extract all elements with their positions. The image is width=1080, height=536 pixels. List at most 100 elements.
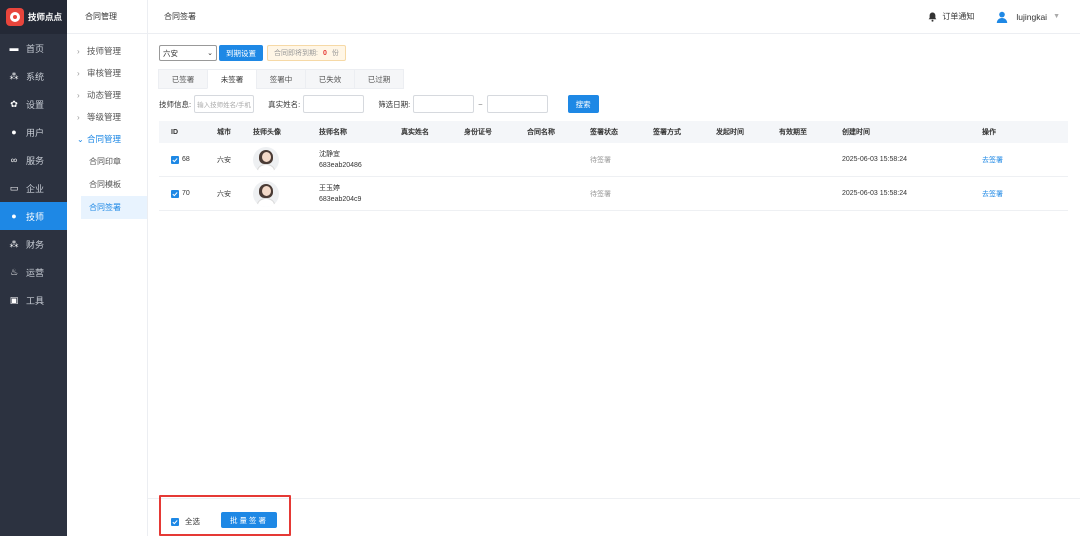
tech-info-label: 技师信息: bbox=[159, 99, 192, 109]
sidebar-item-0[interactable]: ▬ 首页 bbox=[0, 34, 67, 62]
expire-count: 0 bbox=[322, 49, 327, 57]
column-header-avatar: 技师头像 bbox=[253, 129, 281, 136]
sidebar-item-label: 运营 bbox=[26, 267, 45, 278]
breadcrumb: 合同签署 bbox=[164, 12, 196, 21]
submenu-group-label: 技师管理 bbox=[87, 46, 122, 56]
username: lujingkai bbox=[1016, 11, 1048, 22]
date-start-input[interactable] bbox=[413, 95, 475, 113]
row-id-cell: 68 bbox=[159, 155, 217, 164]
column-header-sign-status: 签署状态 bbox=[590, 129, 618, 136]
row-id: 70 bbox=[182, 190, 190, 197]
row-created-time: 2025-06-03 15:58:24 bbox=[842, 190, 907, 197]
submenu-item-label: 合同印章 bbox=[89, 157, 121, 166]
sidebar-item-4[interactable]: ∞ 服务 bbox=[0, 146, 67, 174]
submenu-item-contract-template[interactable]: 合同模板 bbox=[67, 173, 147, 196]
row-action-cell: 去签署 bbox=[982, 189, 1042, 199]
checkbox-checked-icon bbox=[171, 517, 179, 526]
column-header-real-name: 真实姓名 bbox=[401, 129, 429, 136]
column-header-created-time: 创建时间 bbox=[842, 129, 870, 136]
row-id-cell: 70 bbox=[159, 189, 217, 198]
date-end-input[interactable] bbox=[486, 95, 548, 113]
chevron-down-icon: ⌄ bbox=[207, 50, 213, 57]
table-row: 68 六安 沈静宜 683eab20486 待签署 2025-06-03 15:58:24… bbox=[159, 143, 1068, 177]
sidebar-nav: ▬ 首页 ⁂ 系统 ✿ 设置 ● 用户 ∞ 服务 ▭ 企业 ● 技师 ⁂ 财务 ♨ 运营 ▣ 工具 bbox=[0, 34, 67, 314]
brand[interactable]: 技师点点 bbox=[0, 0, 67, 34]
chevron-right-icon: › bbox=[77, 46, 80, 56]
batch-action-bar: 全选 批量签署 bbox=[148, 495, 1080, 536]
tech-info-input[interactable]: 输入技师姓名/手机 bbox=[194, 95, 255, 113]
filter-row: 六安 ⌄ 到期设置 合同即将到期: 0 份 bbox=[159, 45, 346, 61]
submenu-group-review[interactable]: › 审核管理 bbox=[67, 62, 147, 84]
chevron-right-icon: › bbox=[77, 68, 80, 78]
submenu-group-level[interactable]: › 等级管理 bbox=[67, 106, 147, 128]
table-body: 68 六安 沈静宜 683eab20486 待签署 2025-06-03 15:58:24… bbox=[159, 143, 1068, 211]
row-code: 683eab204c9 bbox=[319, 195, 362, 203]
sidebar-item-label: 技师 bbox=[26, 211, 45, 222]
chevron-right-icon: › bbox=[77, 90, 80, 100]
sidebar-item-2[interactable]: ✿ 设置 bbox=[0, 90, 67, 118]
search-row: 技师信息: 输入技师姓名/手机 真实姓名: 筛选日期: ~ 搜索 bbox=[159, 95, 599, 113]
sidebar-item-label: 财务 bbox=[26, 239, 45, 250]
city-select-value: 六安 bbox=[163, 48, 178, 58]
tab-signed[interactable]: 已签署 bbox=[158, 69, 208, 89]
sidebar-item-1[interactable]: ⁂ 系统 bbox=[0, 62, 67, 90]
submenu-item-contract-seal[interactable]: 合同印章 bbox=[67, 150, 147, 173]
column-header-id: ID bbox=[171, 128, 178, 136]
column-header-action: 操作 bbox=[982, 129, 996, 136]
gear-icon: ✿ bbox=[10, 98, 18, 109]
search-button[interactable]: 搜索 bbox=[567, 95, 599, 113]
notice-label: 订单通知 bbox=[942, 12, 975, 21]
submenu-group-dynamic[interactable]: › 动态管理 bbox=[67, 84, 147, 106]
select-all-checkbox[interactable]: 全选 bbox=[171, 516, 200, 527]
brand-name: 技师点点 bbox=[28, 12, 63, 22]
chevron-down-icon: ⌄ bbox=[77, 134, 84, 144]
column-header-name: 技师名称 bbox=[319, 128, 347, 136]
submenu-item-contract-sign[interactable]: 合同签署 bbox=[81, 196, 147, 219]
city-select[interactable]: 六安 ⌄ bbox=[159, 45, 217, 61]
row-avatar-cell bbox=[253, 146, 319, 173]
sidebar-item-8[interactable]: ♨ 运营 bbox=[0, 258, 67, 286]
real-name-input[interactable] bbox=[303, 95, 365, 113]
sidebar-item-label: 工具 bbox=[26, 295, 45, 306]
expire-tip-prefix: 合同即将到期: bbox=[274, 50, 318, 57]
row-action-cell: 去签署 bbox=[982, 155, 1042, 165]
sidebar-item-7[interactable]: ⁂ 财务 bbox=[0, 230, 67, 258]
sidebar-item-5[interactable]: ▭ 企业 bbox=[0, 174, 67, 202]
sidebar-item-6[interactable]: ● 技师 bbox=[0, 202, 67, 230]
tab-invalid[interactable]: 已失效 bbox=[305, 69, 355, 89]
row-code: 683eab20486 bbox=[319, 161, 362, 169]
batch-sign-button[interactable]: 批量签署 bbox=[221, 512, 277, 528]
go-sign-link[interactable]: 去签署 bbox=[982, 157, 1003, 164]
row-created-time: 2025-06-03 15:58:24 bbox=[842, 156, 907, 163]
real-name-label: 真实姓名: bbox=[268, 99, 301, 109]
row-checkbox[interactable] bbox=[171, 155, 179, 164]
go-sign-link[interactable]: 去签署 bbox=[982, 191, 1003, 198]
tab-unsigned[interactable]: 未签署 bbox=[207, 69, 257, 89]
submenu-group-technician[interactable]: › 技师管理 bbox=[67, 40, 147, 62]
order-notice-button[interactable]: 订单通知 bbox=[928, 11, 974, 22]
top-header: 合同签署 订单通知 lujingkai ▼ bbox=[148, 0, 1080, 34]
expire-settings-button[interactable]: 到期设置 bbox=[219, 45, 263, 61]
sidebar-item-3[interactable]: ● 用户 bbox=[0, 118, 67, 146]
user-menu[interactable]: lujingkai ▼ bbox=[996, 11, 1060, 23]
date-separator: ~ bbox=[478, 99, 483, 109]
row-checkbox[interactable] bbox=[171, 189, 179, 198]
tab-signing[interactable]: 签署中 bbox=[256, 69, 306, 89]
submenu-group-contract[interactable]: ⌄ 合同管理 bbox=[67, 128, 147, 150]
chevron-right-icon: › bbox=[77, 112, 80, 122]
column-header-sent-time: 发起时间 bbox=[716, 129, 744, 136]
row-sign-status: 待签署 bbox=[590, 190, 611, 198]
date-filter-label: 筛选日期: bbox=[378, 99, 411, 109]
row-name-cell: 沈静宜 683eab20486 bbox=[319, 149, 401, 171]
sidebar-item-9[interactable]: ▣ 工具 bbox=[0, 286, 67, 314]
link-icon: ∞ bbox=[10, 155, 18, 165]
main-sidebar: 技师点点 ▬ 首页 ⁂ 系统 ✿ 设置 ● 用户 ∞ 服务 ▭ 企业 ● 技师 ⁂ 财务 ♨ 运营 ▣ 工具 bbox=[0, 0, 67, 536]
user-icon: ● bbox=[11, 127, 17, 137]
row-name: 沈静宜 bbox=[319, 150, 340, 158]
tab-expired[interactable]: 已过期 bbox=[354, 69, 404, 89]
fire-icon: ♨ bbox=[9, 266, 19, 277]
technician-icon: ● bbox=[11, 211, 17, 221]
sitemap-icon: ⁂ bbox=[9, 238, 19, 249]
sidebar-item-label: 设置 bbox=[26, 99, 45, 110]
sidebar-item-label: 用户 bbox=[26, 127, 45, 138]
